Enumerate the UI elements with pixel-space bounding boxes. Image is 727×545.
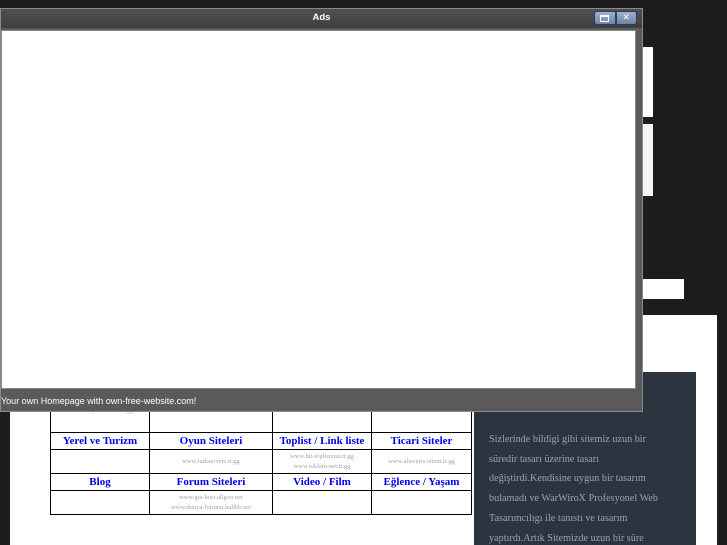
category-link[interactable]: Ticari Siteler (371, 432, 472, 450)
site-url-link[interactable]: www.dunya-forumu.hallbb.net (152, 503, 270, 513)
site-url-link[interactable]: www.gta-host.allgoo.net (152, 493, 270, 503)
sidebar-text-line: Tasarımcılıgı ile tanıstı ve tasarım (489, 512, 628, 524)
ads-window[interactable]: Ads ✕ Your own Homepage with own-free-we… (0, 8, 643, 412)
category-link[interactable]: Forum Siteleri (149, 473, 273, 491)
category-link[interactable]: Oyun Siteleri (149, 432, 273, 450)
sidebar-news-text: Sizlerinde bildigi gibi sitemiz uzun bir… (489, 430, 689, 545)
sidebar-text-line: yaptırdı.Artık Sitemizde uzun bir süre (489, 532, 644, 544)
url-row: www.turkservers.tr.gg www.hit-toplistemi.… (50, 449, 472, 474)
url-cell (50, 449, 150, 474)
close-button[interactable]: ✕ (615, 11, 637, 25)
category-link[interactable]: Yerel ve Turizm (50, 432, 150, 450)
category-link[interactable]: Video / Film (272, 473, 372, 491)
site-url-link[interactable]: www.turkservers.tr.gg (152, 457, 270, 467)
site-url-link[interactable]: www.reklam-net.tr.gg (275, 462, 369, 472)
background-panel (640, 279, 684, 299)
url-cell (50, 490, 150, 515)
sidebar-text-line: değiştirdi.Kendisine uygun bir tasarım (489, 473, 646, 485)
category-link[interactable]: Eğlence / Yaşam (371, 473, 472, 491)
url-cell: www.alisveris-sitem.tr.gg (371, 449, 472, 474)
category-row: Blog Forum Siteleri Video / Film Eğlence / … (50, 473, 472, 491)
sidebar-text-line: süredir tasarı üzerine tasarı (489, 453, 600, 465)
url-cell (272, 490, 372, 515)
category-link[interactable]: Toplist / Link liste (272, 432, 372, 450)
close-icon: ✕ (622, 12, 631, 23)
category-link[interactable]: Blog (50, 473, 150, 491)
site-url-link[interactable]: www.hit-toplistemi.tr.gg (275, 452, 369, 462)
site-url-link[interactable]: www.alisveris-sitem.tr.gg (374, 457, 469, 467)
url-cell: www.gta-host.allgoo.net www.dunya-forumu.… (149, 490, 273, 515)
window-controls: ✕ (594, 11, 637, 25)
window-statusbar: Your own Homepage with own-free-website.… (1, 393, 642, 411)
status-text[interactable]: Your own Homepage with own-free-website.… (1, 396, 196, 406)
url-cell: www.turkservers.tr.gg (149, 449, 273, 474)
sidebar-text-line: bulamadı ve WarWiroX Profesyonel Web (489, 493, 659, 505)
ad-content-frame[interactable] (1, 30, 636, 389)
sidebar-text-line: Sizlerinde bildigi gibi sitemiz uzun bir (489, 434, 647, 445)
window-titlebar[interactable]: Ads ✕ (1, 9, 642, 28)
site-links-table: www.dunya-forumu.tr.ggYerel ve TurizmOyu… (50, 405, 472, 515)
maximize-icon (600, 14, 610, 22)
window-title: Ads (312, 12, 331, 23)
category-row: Yerel ve Turizm Oyun Siteleri Toplist / Li… (50, 432, 472, 450)
url-cell (371, 490, 472, 515)
url-row: www.gta-host.allgoo.net www.dunya-forumu.… (50, 490, 472, 515)
url-cell: www.hit-toplistemi.tr.gg www.reklam-net.t… (272, 449, 372, 474)
maximize-button[interactable] (594, 11, 616, 25)
